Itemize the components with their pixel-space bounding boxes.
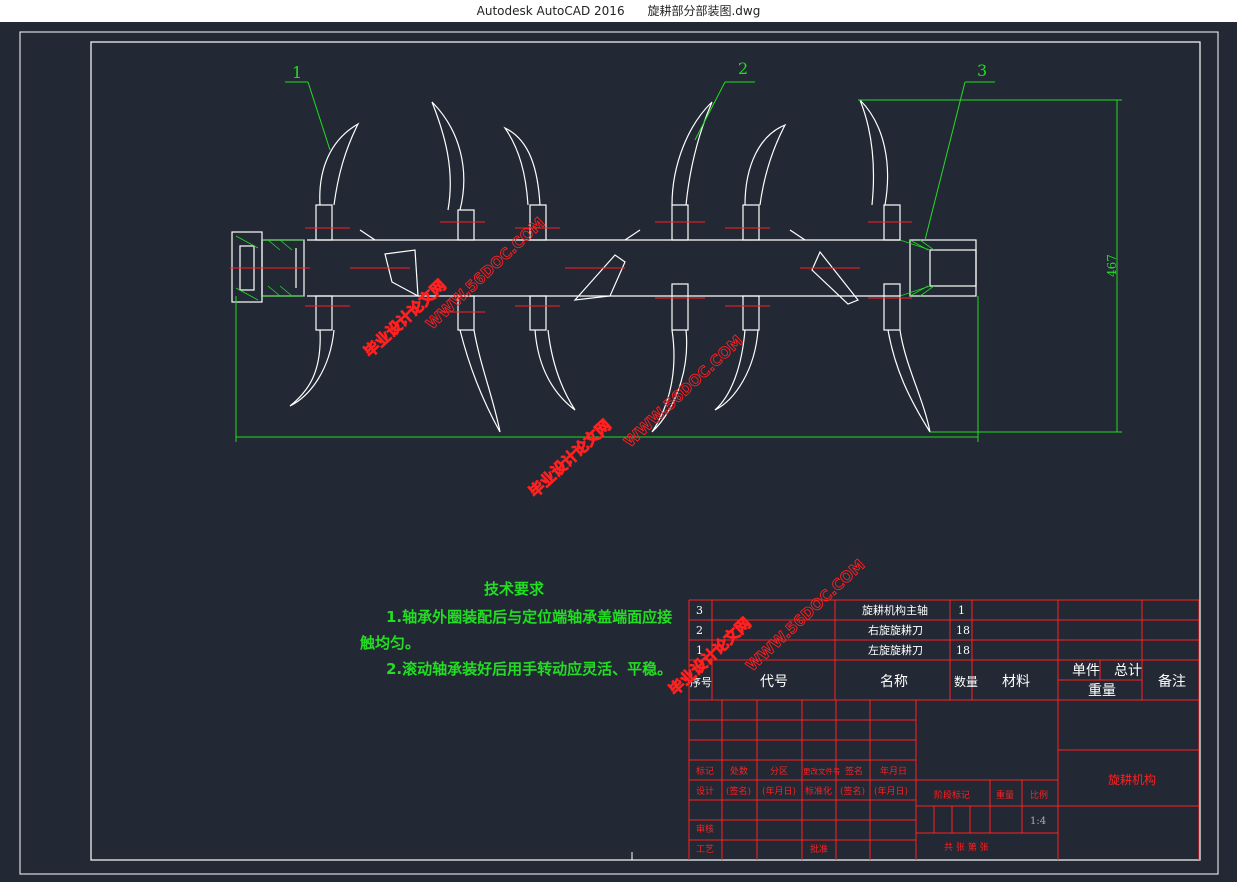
upper-blades bbox=[315, 99, 901, 241]
tech-line-2: 触均匀。 bbox=[360, 634, 420, 652]
bom-header-weight: 重量 bbox=[1088, 683, 1116, 699]
file-name: 旋耕部分部装图.dwg bbox=[647, 4, 761, 18]
tech-line-1: 1.轴承外圈装配后与定位端轴承盖端面应接 bbox=[386, 608, 672, 626]
bom-header-remark: 备注 bbox=[1158, 673, 1186, 690]
tb-drawing-name: 旋耕机构 bbox=[1108, 772, 1156, 787]
tb-approve: 批准 bbox=[810, 843, 828, 855]
tech-title: 技术要求 bbox=[484, 580, 545, 598]
bom-row-1-name: 旋耕机构主轴 bbox=[862, 603, 928, 617]
bom-row-2-name: 右旋旋耕刀 bbox=[868, 623, 923, 637]
bom-row-3-qty: 18 bbox=[956, 644, 970, 657]
bom-header-unit: 单件 bbox=[1072, 663, 1100, 679]
tb-scale: 比例 bbox=[1030, 789, 1048, 801]
bom-header-qty: 数量 bbox=[954, 674, 978, 689]
balloon-2: 2 bbox=[738, 59, 748, 78]
inner-frame bbox=[90, 41, 1201, 861]
bom-header-code: 代号 bbox=[760, 674, 788, 690]
cad-drawing: 1 2 3 467 技术要求 1.轴承外圈装配后与定位端轴承盖端面应接 触均匀。… bbox=[19, 31, 1219, 875]
tb-design-sign: (签名) bbox=[726, 785, 751, 797]
tb-sheets: 共 张 第 张 bbox=[944, 841, 989, 853]
bom-row-2-no: 2 bbox=[696, 624, 703, 637]
tb-zone: 分区 bbox=[770, 766, 788, 777]
window-title-bar: Autodesk AutoCAD 2016 旋耕部分部装图.dwg bbox=[0, 0, 1237, 22]
bom-header-name: 名称 bbox=[880, 674, 908, 690]
outer-frame bbox=[19, 31, 1219, 875]
balloon-1: 1 bbox=[292, 63, 302, 82]
tb-scale-value: 1:4 bbox=[1030, 816, 1046, 827]
app-name: Autodesk AutoCAD 2016 bbox=[476, 4, 625, 18]
tb-standard: 标准化 bbox=[805, 785, 832, 797]
lower-blades bbox=[289, 283, 931, 433]
dim-height-label: 467 bbox=[1105, 254, 1119, 277]
tb-sign: 签名 bbox=[845, 765, 863, 777]
tb-design-date: (年月日) bbox=[762, 785, 796, 797]
bom-row-1-no: 3 bbox=[696, 604, 703, 617]
tech-line-3: 2.滚动轴承装好后用手转动应灵活、平稳。 bbox=[386, 660, 672, 678]
balloon-3: 3 bbox=[977, 61, 987, 80]
bom-row-2-qty: 18 bbox=[956, 624, 970, 637]
tb-change-doc: 更改文件号 bbox=[803, 766, 841, 776]
tb-mark: 标记 bbox=[696, 765, 714, 777]
tb-standard-date: (年月日) bbox=[874, 785, 908, 797]
bom-header-total: 总计 bbox=[1114, 663, 1142, 679]
watermark-cn-2: 毕业设计论文网 bbox=[525, 416, 614, 501]
bom-row-3-name: 左旋旋耕刀 bbox=[868, 643, 923, 657]
tb-date: 年月日 bbox=[880, 765, 907, 777]
tb-count: 处数 bbox=[730, 765, 748, 777]
tb-process: 工艺 bbox=[696, 844, 714, 855]
tb-standard-sign: (签名) bbox=[840, 785, 865, 797]
tb-review: 审核 bbox=[696, 823, 714, 835]
watermark-url-2: WWW.56DOC.COM bbox=[620, 332, 746, 451]
drawing-canvas[interactable]: 1 2 3 467 技术要求 1.轴承外圈装配后与定位端轴承盖端面应接 触均匀。… bbox=[0, 22, 1237, 882]
tb-design: 设计 bbox=[696, 785, 714, 797]
tb-weight: 重量 bbox=[996, 789, 1014, 801]
tb-stage: 阶段标记 bbox=[934, 789, 970, 801]
watermark-url-3: WWW.56DOC.COM bbox=[742, 556, 868, 675]
bom-header-material: 材料 bbox=[1002, 674, 1030, 690]
bom-row-1-qty: 1 bbox=[958, 604, 965, 617]
